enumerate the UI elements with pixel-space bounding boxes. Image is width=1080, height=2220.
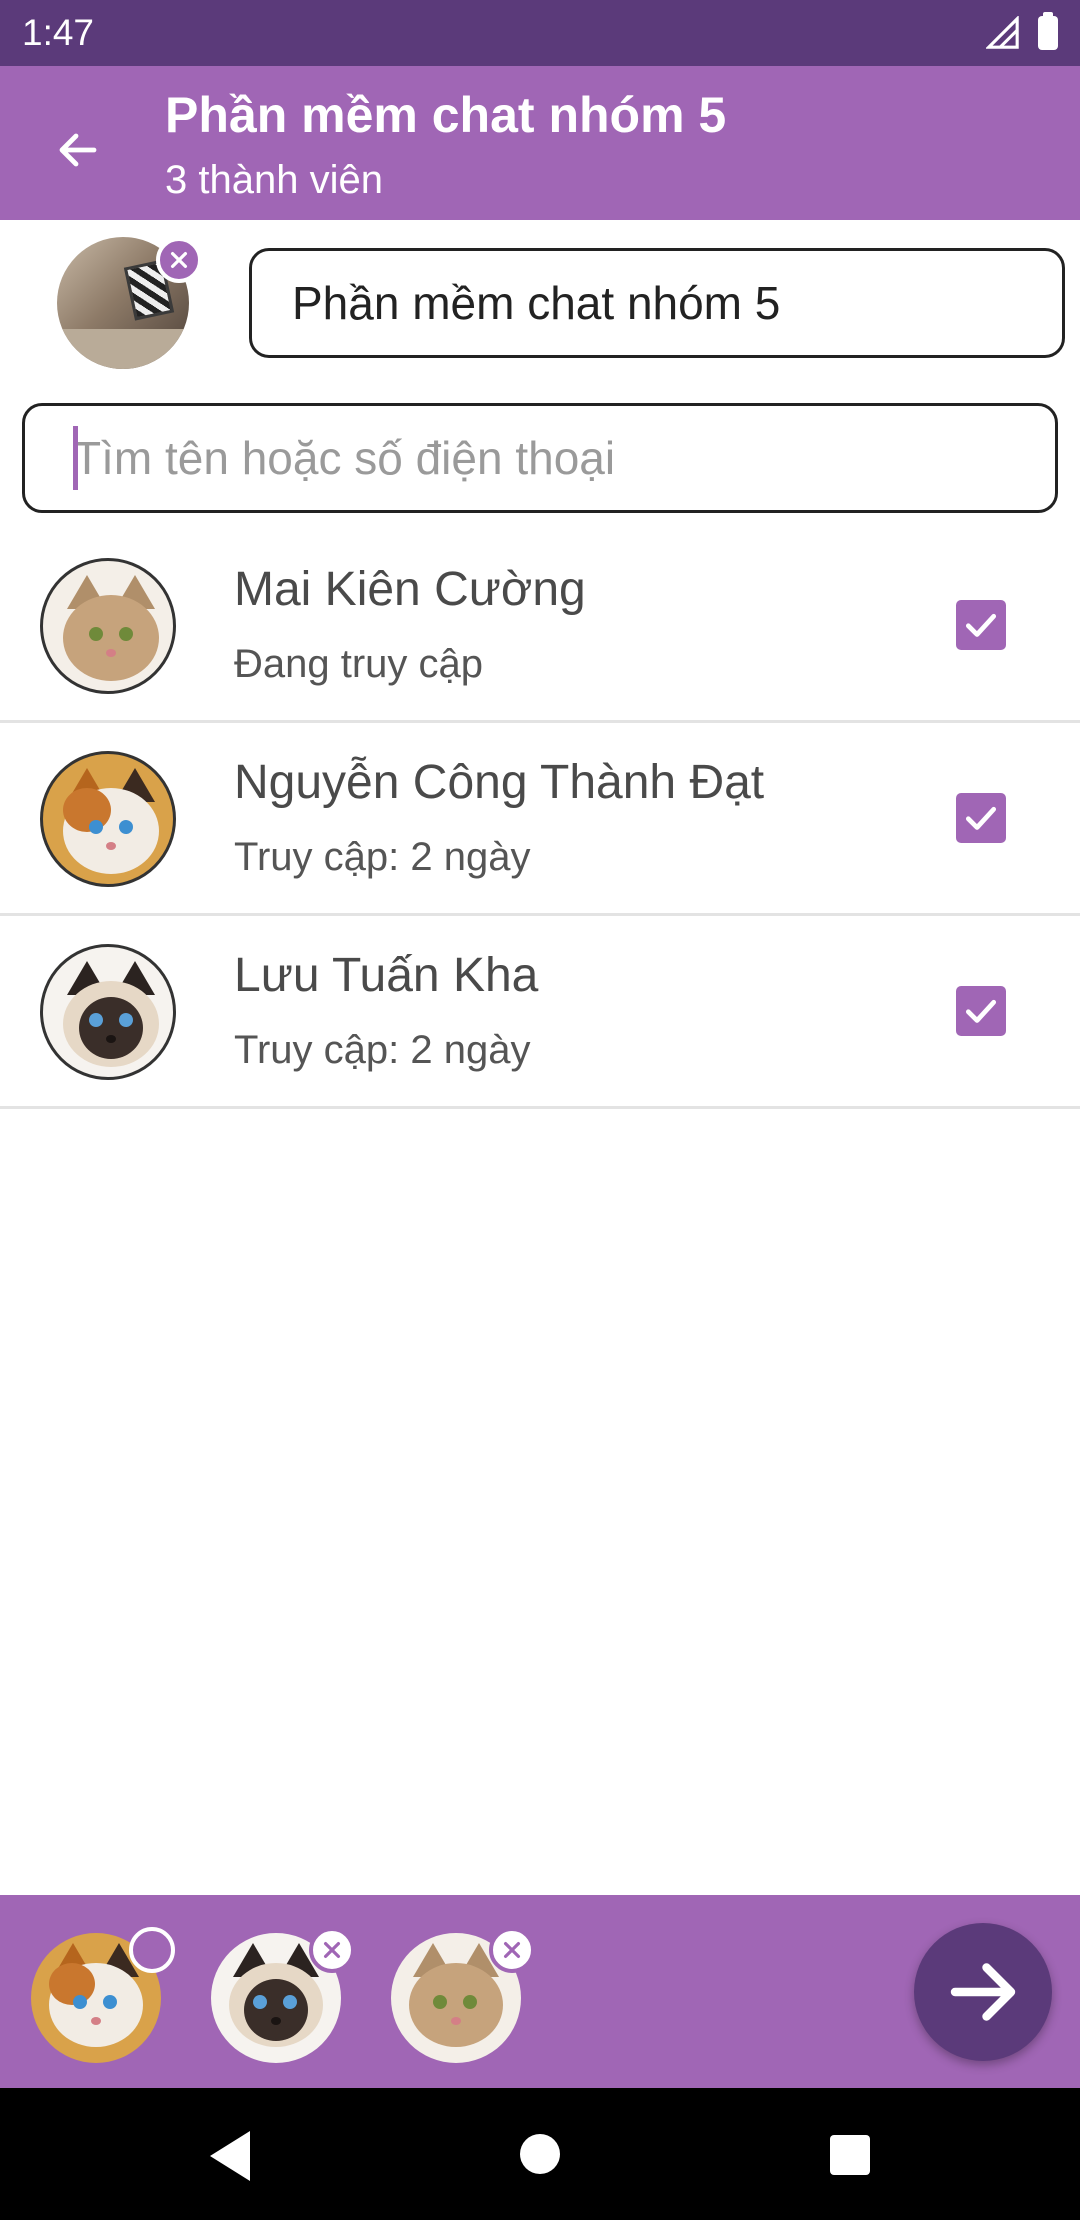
- text-cursor: [73, 426, 78, 490]
- nav-back-icon[interactable]: [205, 2128, 255, 2184]
- checkmark-icon: [965, 613, 997, 637]
- battery-icon: [1038, 12, 1058, 50]
- member-count: 3 thành viên: [165, 158, 383, 202]
- close-icon: [503, 1941, 521, 1959]
- group-name-field[interactable]: Phần mềm chat nhóm 5: [249, 248, 1065, 358]
- contact-list: Mai Kiên Cường Đang truy cập Nguyễn Công…: [0, 530, 1080, 1109]
- contact-name: Lưu Tuấn Kha: [234, 949, 539, 1002]
- contact-status: Đang truy cập: [234, 642, 484, 686]
- selected-member-item[interactable]: [31, 1927, 175, 2063]
- remove-member-button[interactable]: [309, 1927, 355, 1973]
- next-button[interactable]: [914, 1923, 1052, 2061]
- search-placeholder: Tìm tên hoặc số điện thoại: [73, 432, 616, 484]
- checkmark-icon: [965, 999, 997, 1023]
- select-checkbox[interactable]: [956, 986, 1006, 1036]
- list-item[interactable]: Mai Kiên Cường Đang truy cập: [0, 530, 1080, 723]
- avatar: [40, 944, 176, 1080]
- close-icon: [323, 1941, 341, 1959]
- contact-name: Nguyễn Công Thành Đạt: [234, 756, 765, 809]
- avatar: [40, 751, 176, 887]
- checkmark-icon: [965, 806, 997, 830]
- close-icon: [170, 251, 188, 269]
- contact-status: Truy cập: 2 ngày: [234, 835, 531, 879]
- select-checkbox[interactable]: [956, 793, 1006, 843]
- selected-member-item[interactable]: [391, 1927, 535, 2063]
- page-title: Phần mềm chat nhóm 5: [165, 87, 727, 143]
- avatar: [40, 558, 176, 694]
- status-bar: 1:47: [0, 0, 1080, 66]
- status-icons: [986, 12, 1058, 50]
- status-time: 1:47: [22, 12, 95, 53]
- select-checkbox[interactable]: [956, 600, 1006, 650]
- remove-member-button[interactable]: [489, 1927, 535, 1973]
- selected-members-bar: [0, 1895, 1080, 2088]
- signal-icon: [986, 16, 1019, 49]
- group-name-value: Phần mềm chat nhóm 5: [292, 277, 781, 329]
- app-bar: Phần mềm chat nhóm 5 3 thành viên: [0, 66, 1080, 220]
- contact-name: Mai Kiên Cường: [234, 563, 586, 616]
- back-button[interactable]: [38, 110, 118, 190]
- arrow-right-icon: [950, 1963, 1016, 2021]
- calico-cat-image: [43, 754, 173, 884]
- list-item[interactable]: Lưu Tuấn Kha Truy cập: 2 ngày: [0, 916, 1080, 1109]
- search-input[interactable]: Tìm tên hoặc số điện thoại: [22, 403, 1058, 513]
- arrow-left-icon: [59, 133, 97, 167]
- close-icon: [143, 1941, 161, 1959]
- screen: 1:47 Phần mềm chat nhóm 5 3 thành viên P…: [0, 0, 1080, 2220]
- contact-status: Truy cập: 2 ngày: [234, 1028, 531, 1072]
- tabby-cat-image: [43, 561, 173, 691]
- system-nav-bar: [0, 2088, 1080, 2220]
- remove-member-button[interactable]: [129, 1927, 175, 1973]
- remove-group-avatar-button[interactable]: [156, 237, 202, 283]
- selected-member-item[interactable]: [211, 1927, 355, 2063]
- nav-home-icon[interactable]: [520, 2134, 560, 2174]
- siamese-cat-image: [43, 947, 173, 1077]
- group-avatar-floor: [57, 329, 189, 369]
- list-item[interactable]: Nguyễn Công Thành Đạt Truy cập: 2 ngày: [0, 723, 1080, 916]
- nav-recents-icon[interactable]: [830, 2135, 870, 2175]
